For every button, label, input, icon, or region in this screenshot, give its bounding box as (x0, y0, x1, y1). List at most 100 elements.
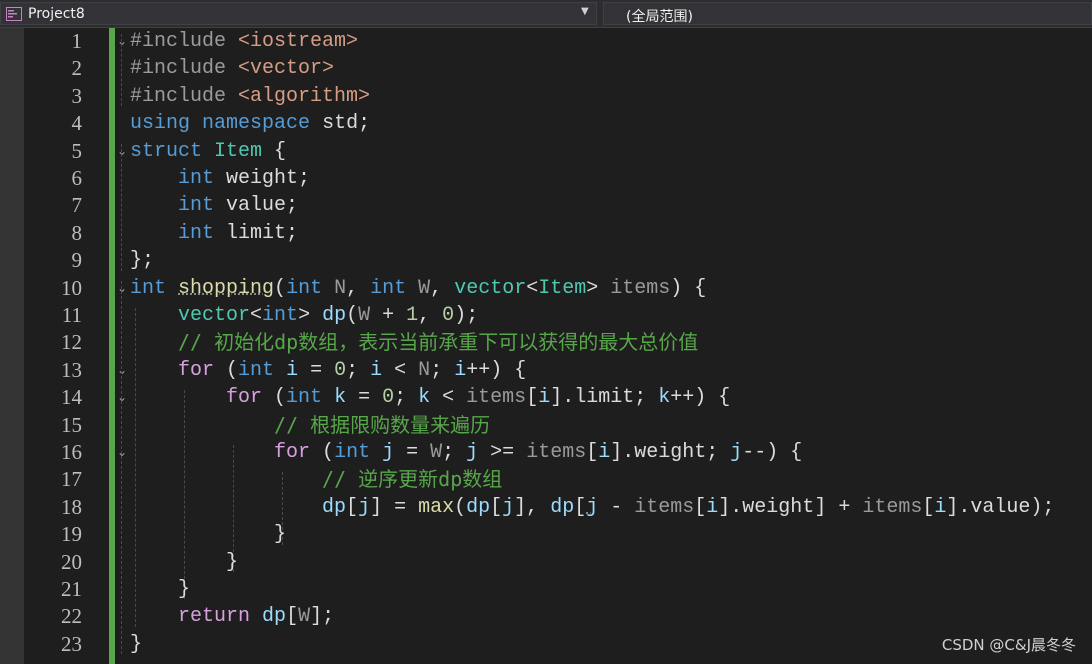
code-token: ( (454, 495, 467, 519)
code-line[interactable]: } (130, 631, 142, 658)
code-token: [ (346, 495, 359, 519)
code-token: ++) { (466, 358, 527, 382)
line-number: 23 (61, 631, 82, 656)
watermark: CSDN @C&J晨冬冬 (941, 636, 1076, 654)
code-token: } (130, 578, 191, 601)
code-token: vector (454, 276, 527, 300)
code-line[interactable]: return dp[W]; (130, 603, 334, 630)
code-line[interactable]: // 逆序更新dp数组 (130, 466, 502, 493)
code-token: - (598, 495, 635, 519)
line-number: 1 (71, 29, 83, 53)
code-token: // 逆序更新dp数组 (322, 467, 503, 492)
code-token: , (430, 276, 455, 300)
code-token: vector (178, 304, 251, 327)
code-token: + (370, 304, 407, 327)
code-token: i (370, 358, 383, 382)
code-token: using (130, 112, 191, 136)
code-line[interactable]: dp[j] = max(dp[j], dp[j - items[i].weigh… (130, 494, 1054, 521)
code-token: int (130, 276, 167, 300)
code-token: 0 (334, 358, 347, 382)
code-line[interactable]: int shopping(int N, int W, vector<Item> … (130, 275, 706, 302)
line-number: 22 (61, 604, 82, 629)
code-editor[interactable]: #include <iostream> #include <vector> #inc… (130, 28, 1090, 664)
code-token: i (706, 495, 719, 519)
code-line[interactable]: int limit; (130, 220, 298, 247)
scope-dropdown[interactable]: (全局范围) (603, 2, 1092, 25)
code-token: int (286, 276, 323, 300)
code-token: < (382, 358, 419, 382)
code-line[interactable]: for (int k = 0; k < items[i].limit; k++)… (130, 384, 730, 411)
code-line[interactable]: }; (130, 247, 154, 274)
code-line[interactable]: // 初始化dp数组，表示当前承重下可以获得的最大总价值 (130, 329, 698, 356)
code-line[interactable]: int weight; (130, 165, 310, 192)
code-line[interactable]: for (int j = W; j >= items[i].weight; j-… (130, 439, 802, 466)
code-line[interactable]: } (130, 521, 286, 548)
code-token: for (274, 441, 311, 464)
fold-chevron-icon[interactable]: ⌄ (117, 281, 127, 295)
code-line[interactable]: #include <algorithm> (130, 83, 370, 110)
code-token: j (586, 495, 599, 519)
code-line[interactable]: #include <iostream> (130, 28, 358, 55)
code-line[interactable]: #include <vector> (130, 55, 334, 82)
code-token: N (418, 358, 431, 382)
code-token: [ (586, 441, 599, 464)
code-token: int (370, 276, 407, 300)
code-line[interactable]: vector<int> dp(W + 1, 0); (130, 302, 478, 329)
line-number: 5 (71, 138, 83, 163)
navigation-bar: Project8 ▼ (全局范围) (0, 0, 1092, 28)
code-line[interactable]: } (130, 549, 238, 576)
code-token: max (418, 495, 455, 519)
code-token: [ (574, 495, 587, 519)
code-token: ].value); (946, 495, 1055, 519)
code-token: // 根据限购数量来遍历 (274, 412, 491, 437)
chevron-down-icon[interactable]: ▼ (581, 6, 589, 17)
code-line[interactable]: using namespace std; (130, 110, 370, 137)
fold-chevron-icon[interactable]: ⌄ (117, 144, 127, 158)
code-token: int (178, 167, 215, 190)
line-number: 6 (71, 166, 83, 190)
code-token: [ (922, 495, 935, 519)
fold-chevron-icon[interactable]: ⌄ (117, 363, 127, 377)
code-token: [ (286, 605, 299, 629)
code-token: ) { (670, 276, 707, 300)
code-line[interactable]: } (130, 576, 190, 603)
code-token: 0 (442, 304, 455, 327)
line-number: 8 (71, 220, 83, 245)
code-token: ( (274, 276, 287, 300)
code-token: Item (214, 139, 263, 163)
code-line[interactable]: int value; (130, 192, 298, 219)
project-dropdown[interactable]: Project8 ▼ (0, 2, 597, 25)
code-token: ++) { (670, 386, 731, 410)
fold-chevron-icon[interactable]: ⌄ (117, 390, 127, 404)
code-line[interactable]: struct Item { (130, 138, 286, 165)
fold-chevron-icon[interactable]: ⌄ (117, 34, 127, 48)
code-token: }; (130, 249, 155, 273)
code-token: items (610, 276, 671, 300)
code-token: items (526, 441, 587, 464)
code-line[interactable]: // 根据限购数量来遍历 (130, 412, 490, 439)
line-number: 2 (71, 56, 83, 81)
line-number: 4 (71, 111, 83, 136)
line-number-gutter: 1 2 3 4 5 6 7 8 9 10 11 12 13 14 15 16 17 18 19 20 21 22 23 (24, 28, 108, 664)
code-line[interactable]: for (int i = 0; i < N; i++) { (130, 357, 526, 384)
line-number: 12 (61, 330, 82, 355)
code-token: shopping (178, 276, 275, 300)
code-token: ].limit; (550, 386, 659, 410)
code-token: i (934, 495, 947, 519)
code-token: ( (214, 358, 239, 382)
code-token: [ (694, 495, 707, 519)
code-token: , (346, 276, 371, 300)
line-number: 9 (71, 248, 83, 273)
fold-chevron-icon[interactable]: ⌄ (117, 445, 127, 459)
code-token: weight; (214, 167, 311, 190)
